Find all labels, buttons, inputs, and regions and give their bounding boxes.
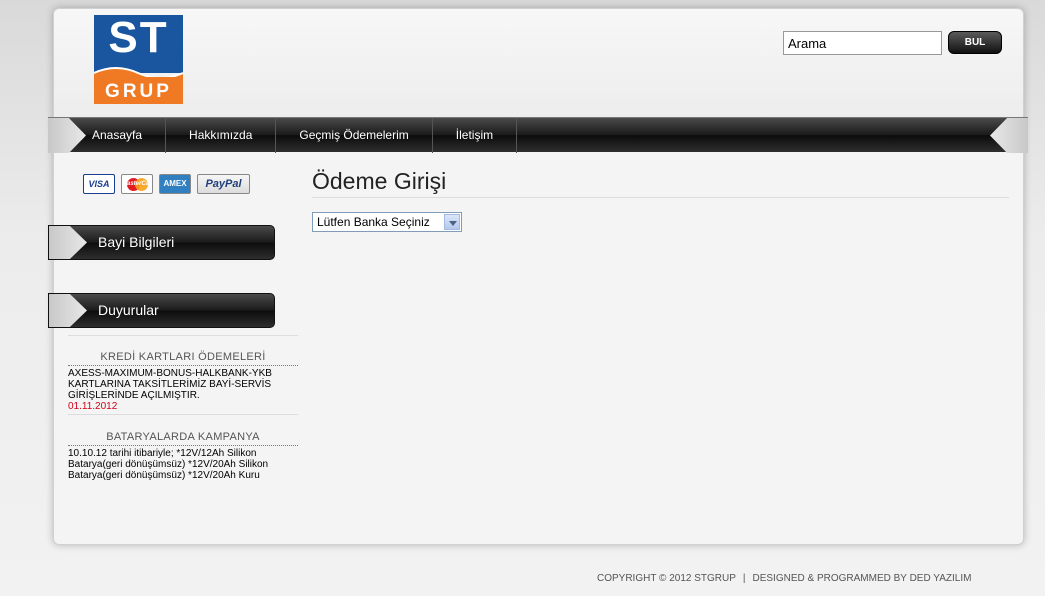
- arrow-icon: [49, 294, 87, 327]
- amex-icon: AMEX: [159, 174, 191, 194]
- search-button[interactable]: BUL: [948, 31, 1002, 54]
- news-item: BATARYALARDA KAMPANYA 10.10.12 tarihi it…: [68, 431, 298, 480]
- nav-item-hakkimizda[interactable]: Hakkımızda: [166, 118, 277, 153]
- search-input[interactable]: [783, 31, 942, 55]
- nav-item-iletisim[interactable]: İletişim: [433, 118, 518, 153]
- bank-select-value: Lütfen Banka Seçiniz: [317, 215, 430, 229]
- copyright-text: COPYRIGHT © 2012 STGRUP: [597, 573, 736, 584]
- announcements-label: Duyurular: [98, 302, 159, 318]
- bank-select[interactable]: Lütfen Banka Seçiniz: [312, 212, 462, 232]
- visa-icon: VISA: [83, 174, 115, 194]
- divider: [68, 335, 298, 336]
- footer: COPYRIGHT © 2012 STGRUP | DESIGNED & PROGR…: [597, 573, 971, 584]
- nav-item-gecmis-odemelerim[interactable]: Geçmiş Ödemelerim: [276, 118, 433, 153]
- nav-item-anasayfa[interactable]: Anasayfa: [70, 118, 167, 153]
- dealer-info-button[interactable]: Bayi Bilgileri: [48, 225, 275, 260]
- news-body: 10.10.12 tarihi itibariyle; *12V/12Ah Si…: [68, 448, 269, 480]
- footer-separator: |: [742, 573, 746, 584]
- news-title[interactable]: KREDİ KARTLARI ÖDEMELERİ: [68, 351, 298, 366]
- mastercard-icon: MasterCard: [121, 174, 153, 194]
- logo-bottom-text: GRUP: [94, 77, 183, 104]
- page-title: Ödeme Girişi: [312, 168, 1009, 198]
- news-date: 01.11.2012: [68, 401, 118, 412]
- news-item: KREDİ KARTLARI ÖDEMELERİ AXESS-MAXIMUM-B…: [68, 351, 298, 412]
- nav-arrow-right-icon: [990, 118, 1028, 153]
- chevron-down-icon[interactable]: [444, 214, 460, 230]
- divider: [68, 414, 298, 415]
- news-body: AXESS-MAXIMUM-BONUS-HALKBANK-YKB KARTLAR…: [68, 368, 272, 401]
- dealer-info-label: Bayi Bilgileri: [98, 234, 175, 250]
- main-nav: Anasayfa Hakkımızda Geçmiş Ödemelerim İl…: [48, 117, 1028, 153]
- announcements-header[interactable]: Duyurular: [48, 293, 275, 328]
- logo[interactable]: ST GRUP: [94, 15, 183, 104]
- payment-cards: VISA MasterCard AMEX PayPal: [83, 174, 250, 194]
- paypal-icon: PayPal: [197, 174, 250, 194]
- arrow-icon: [49, 226, 87, 259]
- header: [54, 9, 1023, 119]
- designed-by-text[interactable]: DESIGNED & PROGRAMMED BY DED YAZILIM: [753, 573, 972, 584]
- news-title[interactable]: BATARYALARDA KAMPANYA: [68, 431, 298, 446]
